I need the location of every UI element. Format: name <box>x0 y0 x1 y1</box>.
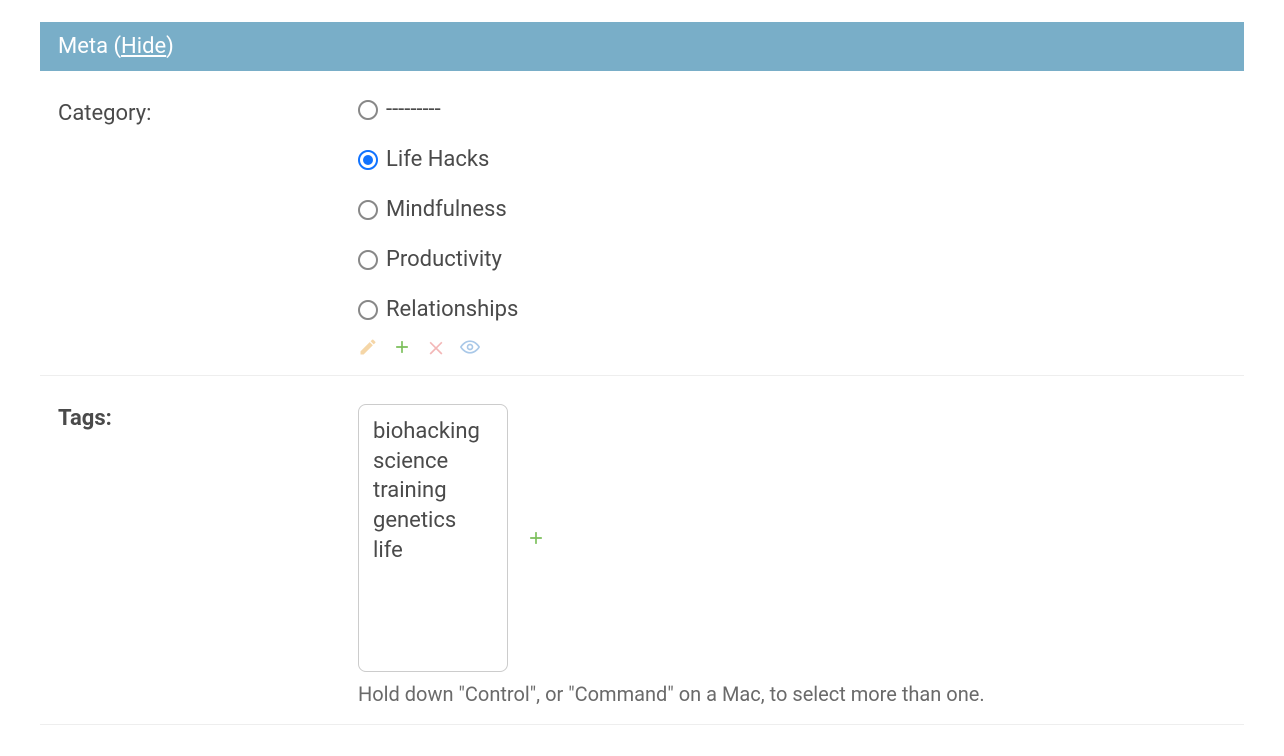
category-radio-mindfulness[interactable]: Mindfulness <box>358 199 1226 221</box>
tags-select-wrap: biohacking science training genetics lif… <box>358 404 1226 672</box>
panel-title-prefix: Meta ( <box>58 34 121 59</box>
category-radio-none[interactable]: --------- <box>358 99 1226 121</box>
radio-icon <box>358 150 378 170</box>
tag-option[interactable]: biohacking <box>373 417 493 447</box>
meta-panel: Meta (Hide) Category: --------- Life Hac… <box>40 22 1244 725</box>
category-radio-productivity[interactable]: Productivity <box>358 249 1226 271</box>
tag-option[interactable]: training <box>373 476 493 506</box>
hide-link[interactable]: Hide <box>121 34 166 59</box>
plus-icon[interactable] <box>392 337 412 357</box>
category-radio-life-hacks[interactable]: Life Hacks <box>358 149 1226 171</box>
tags-select[interactable]: biohacking science training genetics lif… <box>358 404 508 672</box>
radio-label: Relationships <box>386 299 518 321</box>
tags-help-text: Hold down "Control", or "Command" on a M… <box>358 682 1226 706</box>
radio-icon <box>358 200 378 220</box>
radio-icon <box>358 100 378 120</box>
radio-icon <box>358 250 378 270</box>
radio-label: --------- <box>386 99 441 121</box>
category-label: Category: <box>58 99 358 126</box>
tags-field: biohacking science training genetics lif… <box>358 404 1226 706</box>
category-actions <box>358 337 1226 357</box>
panel-header: Meta (Hide) <box>40 22 1244 71</box>
category-field: --------- Life Hacks Mindfulness Product… <box>358 99 1226 357</box>
category-row: Category: --------- Life Hacks Mindfulne… <box>40 71 1244 376</box>
radio-icon <box>358 300 378 320</box>
radio-label: Mindfulness <box>386 199 507 221</box>
tags-label: Tags: <box>58 404 358 431</box>
tags-row: Tags: biohacking science training geneti… <box>40 376 1244 725</box>
category-radio-list: --------- Life Hacks Mindfulness Product… <box>358 99 1226 321</box>
tag-option[interactable]: science <box>373 447 493 477</box>
x-icon[interactable] <box>426 337 446 357</box>
category-radio-relationships[interactable]: Relationships <box>358 299 1226 321</box>
plus-icon[interactable] <box>526 528 546 548</box>
panel-title-suffix: ) <box>166 34 174 59</box>
tag-option[interactable]: genetics <box>373 506 493 536</box>
eye-icon[interactable] <box>460 337 480 357</box>
tag-option[interactable]: life <box>373 536 493 566</box>
radio-label: Life Hacks <box>386 149 489 171</box>
pencil-icon[interactable] <box>358 337 378 357</box>
radio-label: Productivity <box>386 249 502 271</box>
